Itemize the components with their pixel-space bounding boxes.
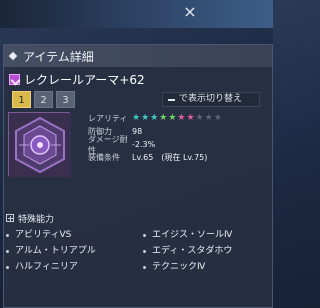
rarity-star-icon: ★ [195,113,204,123]
damage-resist-value: -2.3% [132,140,156,149]
rarity-stars: ★ ★ ★ ★ ★ ★ ★ ★ ★ ★ [132,114,222,123]
rarity-star-icon: ★ [204,113,213,123]
abilities-header: 特殊能力 [6,212,268,225]
bullet-icon [143,265,146,269]
bullet-icon [6,265,9,269]
equip-label: 装備条件 [88,153,120,162]
ability-item: エイジス・ソールⅣ [143,229,232,241]
panel-title: アイテム詳細 [23,49,94,64]
minus-icon [168,98,175,101]
rarity-star-icon: ★ [150,113,159,123]
rarity-star-icon: ★ [186,113,195,123]
defense-value: 98 [132,127,143,136]
close-icon[interactable]: × [181,3,199,21]
rarity-star-icon: ★ [159,113,168,123]
bullet-icon [143,233,146,237]
tab-1[interactable]: 1 [12,91,31,108]
ability-item: エディ・スタダホウ [143,245,232,257]
ability-item: ハルフィニリア [6,261,78,273]
bullet-icon [143,249,146,253]
equip-requirement-row: 装備条件 Lv.65 (現在 Lv.75) [88,151,268,164]
panel-header: アイテム詳細 [4,45,272,67]
ability-list: アビリティⅤS エイジス・ソールⅣ アルム・トリアプル エディ・スタダホウ ハル… [6,229,268,289]
bullet-icon [6,249,9,253]
diamond-icon [8,51,18,61]
armor-type-icon [9,73,20,85]
ability-item: アルム・トリアプル [6,245,96,257]
rarity-star-icon: ★ [132,113,141,123]
top-bar: × [0,0,273,28]
equip-value: Lv.65 (現在 Lv.75) [132,153,208,162]
rarity-row: レアリティ ★ ★ ★ ★ ★ ★ ★ ★ ★ ★ [88,112,268,125]
display-toggle-hint[interactable]: で表示切り替え [162,92,260,107]
tab-2[interactable]: 2 [34,91,53,108]
item-stats: レアリティ ★ ★ ★ ★ ★ ★ ★ ★ ★ ★ 防御力 98 ダメージ耐性 -2.3% 装備条… [88,112,268,164]
armor-unit-icon [9,113,71,177]
item-name-row: レクレールアーマ+62 [4,70,272,88]
ability-item: テクニックⅣ [143,261,205,273]
toggle-hint-text: で表示切り替え [179,94,243,104]
abilities-title: 特殊能力 [18,214,55,225]
item-name: レクレールアーマ+62 [24,72,145,87]
rarity-star-icon: ★ [168,113,177,123]
tabs-row: 1 2 3 で表示切り替え [4,91,272,111]
plus-box-icon [6,214,14,222]
rarity-star-icon: ★ [141,113,150,123]
rarity-star-icon: ★ [177,113,186,123]
special-abilities: 特殊能力 アビリティⅤS エイジス・ソールⅣ アルム・トリアプル エディ・スタダ… [6,212,268,289]
bullet-icon [6,233,9,237]
ability-item: アビリティⅤS [6,229,71,241]
item-image [8,112,71,177]
tab-3[interactable]: 3 [56,91,75,108]
rarity-star-icon: ★ [213,113,222,123]
damage-resist-row: ダメージ耐性 -2.3% [88,135,268,155]
rarity-label: レアリティ [88,114,128,123]
